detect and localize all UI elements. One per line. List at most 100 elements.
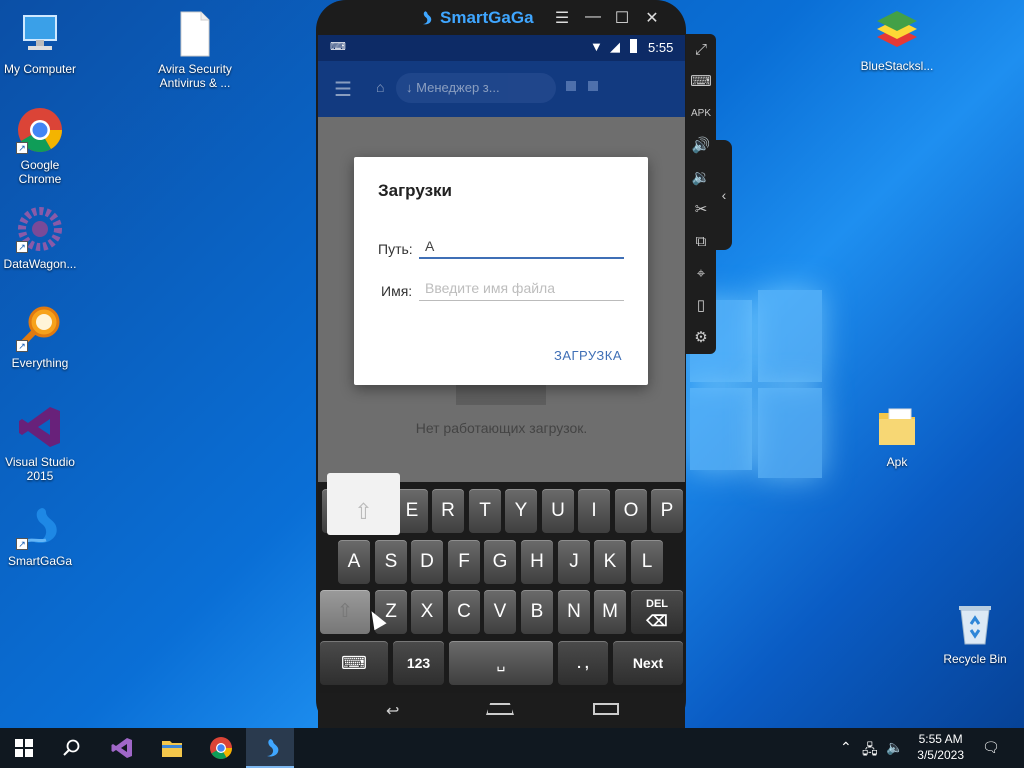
home-nav-icon[interactable] [486,703,514,715]
path-input[interactable]: A [419,233,624,259]
key-d[interactable]: D [411,540,443,584]
desktop-icon-my-computer[interactable]: My Computer [0,10,80,76]
taskbar-file-explorer[interactable] [148,728,196,768]
breadcrumb[interactable]: ↓ Менеджер з... [396,73,556,103]
space-key[interactable]: ␣ [449,641,553,685]
shift-arrow-icon: ⇧ [337,601,353,622]
taskbar-visual-studio[interactable] [98,728,146,768]
key-m[interactable]: M [594,590,626,634]
key-y[interactable]: Y [505,489,537,533]
minimize-icon[interactable]: — [582,8,604,26]
screenshot-scissors-icon[interactable]: ✂ [689,198,713,222]
key-l[interactable]: L [631,540,663,584]
key-a[interactable]: A [338,540,370,584]
desktop-icon-datawagon[interactable]: ↗ DataWagon... [0,205,80,271]
folder-icon [162,741,182,757]
volume-down-icon[interactable]: 🔉 [689,166,713,190]
shift-key[interactable]: ⇧ [320,590,370,634]
taskbar-clock[interactable]: 5:55 AM 3/5/2023 [917,731,964,763]
datawagon-icon: ↗ [16,205,64,253]
desktop-icon-label: Everything [11,356,69,370]
collapse-sidebar-chevron-icon[interactable]: ‹ [716,140,732,250]
folder-icon [873,403,921,451]
key-g[interactable]: G [484,540,516,584]
options-icon[interactable] [588,81,598,91]
bluestacks-icon [873,7,921,55]
start-button[interactable] [0,728,48,768]
downloads-dialog: Загрузки Путь: A Имя: Введите имя файла … [354,157,648,385]
maximize-icon[interactable]: ☐ [611,8,633,28]
key-k[interactable]: K [594,540,626,584]
emulator-titlebar: SmartGaGa ☰ — ☐ ✕ [316,0,686,36]
key-s[interactable]: S [375,540,407,584]
computer-icon [16,10,64,58]
shake-icon[interactable]: ▯ [689,294,713,318]
key-j[interactable]: J [558,540,590,584]
search-icon [63,739,80,756]
back-icon[interactable]: ↩ [386,701,399,721]
menu-icon[interactable]: ☰ [551,8,573,28]
search-button[interactable] [48,728,96,768]
key-b[interactable]: B [521,590,553,634]
key-x[interactable]: X [411,590,443,634]
home-icon[interactable]: ⌂ [376,79,384,95]
taskbar-chrome[interactable] [197,728,245,768]
key-u[interactable]: U [542,489,574,533]
next-key[interactable]: Next [613,641,683,685]
desktop-icon-bluestacks[interactable]: BlueStacksl... [857,7,937,73]
volume-icon[interactable]: 🔈 [886,739,903,756]
desktop-icon-chrome[interactable]: ↗ Google Chrome [0,106,80,186]
key-f[interactable]: F [448,540,480,584]
breadcrumb-label: Менеджер з... [416,80,500,95]
key-p[interactable]: P [651,489,683,533]
volume-up-icon[interactable]: 🔊 [689,134,713,158]
fullscreen-icon[interactable]: ⤢ [689,38,713,62]
key-t[interactable]: T [469,489,501,533]
tray-overflow-chevron-icon[interactable]: ⌃ [840,739,852,756]
desktop-icon-label: Google Chrome [18,158,62,186]
desktop-icon-smartgaga[interactable]: ↗ SmartGaGa [0,502,80,568]
delete-key-label: DEL [646,598,668,610]
keyboard-mapping-icon[interactable]: ⌨ [689,70,713,94]
key-e[interactable]: E [396,489,428,533]
key-c[interactable]: C [448,590,480,634]
location-icon[interactable]: ⌖ [689,262,713,286]
key-i[interactable]: I [578,489,610,533]
punctuation-key[interactable]: . , [558,641,608,685]
download-button[interactable]: ЗАГРУЗКА [554,348,622,363]
notification-icon[interactable]: 🗨 [982,739,1000,756]
desktop-icon-label: Apk [886,455,908,469]
desktop-icon-visual-studio[interactable]: Visual Studio 2015 [0,403,80,483]
delete-key[interactable]: DEL ⌫ [631,590,683,634]
numbers-key[interactable]: 123 [393,641,444,685]
key-o[interactable]: O [615,489,647,533]
app-toolbar: ☰ ⌂ ↓ Менеджер з... [318,61,685,117]
key-h[interactable]: H [521,540,553,584]
desktop-icon-avira[interactable]: Avira Security Antivirus & ... [155,10,235,90]
apk-install-icon[interactable]: APK [689,102,713,126]
settings-gear-icon[interactable]: ⚙ [689,326,713,350]
filename-input[interactable]: Введите имя файла [419,275,624,301]
multi-instance-icon[interactable]: ⧉ [689,230,713,254]
hamburger-menu-icon[interactable]: ☰ [334,77,352,102]
shortcut-arrow-icon: ↗ [16,340,28,352]
close-icon[interactable]: ✕ [641,8,663,28]
desktop-icon-label: My Computer [3,62,77,76]
swan-icon [422,11,432,25]
path-label: Путь: [378,241,413,257]
recents-icon[interactable] [593,703,619,715]
desktop-icon-apk-folder[interactable]: Apk [857,403,937,469]
chrome-icon: ↗ [16,106,64,154]
key-n[interactable]: N [558,590,590,634]
backspace-icon: ⌫ [646,613,668,630]
network-icon[interactable]: 🖧 [862,739,878,763]
view-icon[interactable] [566,81,576,91]
key-v[interactable]: V [484,590,516,634]
shift-arrow-icon: ⇧ [354,499,373,524]
key-r[interactable]: R [432,489,464,533]
space-bar-icon: ␣ [496,655,506,671]
desktop-icon-recycle-bin[interactable]: Recycle Bin [935,600,1015,666]
desktop-icon-everything[interactable]: ↗ Everything [0,304,80,370]
keyboard-switch-key[interactable]: ⌨ [320,641,388,685]
taskbar-smartgaga[interactable] [246,728,294,768]
